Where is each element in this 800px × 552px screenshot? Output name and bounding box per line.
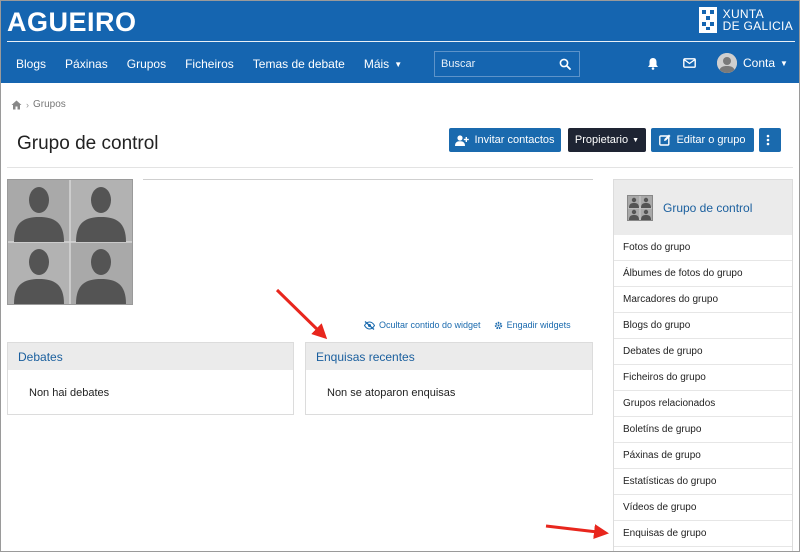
sidebar-item-blogs[interactable]: Blogs do grupo [614,313,792,339]
page-title: Grupo de control [17,133,159,154]
avatar [717,53,737,73]
sidebar-item-boletins[interactable]: Boletíns de grupo [614,417,792,443]
hide-widget-content-label: Ocultar contido do widget [379,320,481,330]
bell-icon[interactable] [647,57,659,70]
top-header: AGUEIRO XUNTA DE GALICIA Blogs Páxinas G… [1,1,799,83]
sidebar-item-enquisas[interactable]: Enquisas de grupo [614,521,792,547]
invite-contacts-button[interactable]: Invitar contactos [449,128,561,152]
breadcrumb-grupos[interactable]: Grupos [33,99,66,110]
title-divider [7,167,793,168]
edit-group-label: Editar o grupo [676,134,746,146]
chevron-down-icon: ▼ [394,59,403,69]
search-box [434,51,580,77]
account-menu[interactable]: Conta ▼ [717,53,788,73]
owner-dropdown-button[interactable]: Propietario ▼ [568,128,646,152]
sidebar-item-videos[interactable]: Vídeos de grupo [614,495,792,521]
sidebar-item-paxinas[interactable]: Páxinas de grupo [614,443,792,469]
nav-mais[interactable]: Máis ▼ [364,57,402,71]
sidebar-item-estatisticas[interactable]: Estatísticas do grupo [614,469,792,495]
add-widgets-label: Engadir widgets [506,320,571,330]
nav-ficheiros[interactable]: Ficheiros [185,57,234,71]
edit-icon [659,134,671,146]
annotation-arrow-sidebar-polls [545,524,609,540]
add-widgets-link[interactable]: Engadir widgets [494,320,571,330]
add-user-icon [455,134,470,146]
sidebar-menu: Fotos do grupo Álbumes de fotos do grupo… [614,235,792,547]
chevron-down-icon: ▼ [632,136,640,144]
group-photo [7,179,133,305]
more-options-button[interactable] [759,128,781,152]
home-icon[interactable] [11,100,22,110]
group-thumbnail [627,194,653,221]
nav-grupos[interactable]: Grupos [127,57,166,71]
sidebar-item-ficheiros[interactable]: Ficheiros do grupo [614,365,792,391]
account-label: Conta [743,56,776,70]
sidebar-header[interactable]: Grupo de control [614,180,792,235]
sidebar-group-title: Grupo de control [663,200,753,215]
owner-label: Propietario [574,134,629,146]
browser-frame: AGUEIRO XUNTA DE GALICIA Blogs Páxinas G… [0,0,800,552]
nav-paxinas[interactable]: Páxinas [65,57,108,71]
sidebar-item-fotos[interactable]: Fotos do grupo [614,235,792,261]
hide-widget-content-link[interactable]: Ocultar contido do widget [364,320,481,330]
eye-slash-icon [364,320,375,330]
debates-widget-title[interactable]: Debates [8,343,293,370]
widget-links: Ocultar contido do widget Engadir widget… [364,320,571,330]
debates-empty-message: Non hai debates [29,387,110,399]
logo-line-2: DE GALICIA [722,19,793,33]
envelope-icon[interactable] [683,58,696,68]
sidebar-item-debates[interactable]: Debates de grupo [614,339,792,365]
recent-polls-widget-title[interactable]: Enquisas recentes [306,343,592,370]
breadcrumb-separator: › [26,99,29,110]
debates-widget: Debates Non hai debates [7,342,294,415]
group-people-icon [8,180,132,304]
edit-group-button[interactable]: Editar o grupo [651,128,754,152]
gear-icon [494,321,502,329]
xunta-text: XUNTA DE GALICIA [723,8,793,32]
recent-polls-empty-message: Non se atoparon enquisas [327,387,456,399]
search-input[interactable] [435,58,545,70]
nav-mais-label: Máis [363,57,390,71]
nav-blogs[interactable]: Blogs [16,57,46,71]
invite-contacts-label: Invitar contactos [474,134,555,146]
user-silhouette-icon [717,53,737,73]
search-icon[interactable] [559,58,571,70]
annotation-arrow-polls [275,288,328,340]
group-sidebar: Grupo de control Fotos do grupo Álbumes … [613,179,793,551]
sidebar-item-marcadores[interactable]: Marcadores do grupo [614,287,792,313]
vertical-dots-icon [766,134,769,146]
xunta-logo[interactable]: XUNTA DE GALICIA [698,7,793,33]
site-title[interactable]: AGUEIRO [7,7,137,38]
main-nav: Blogs Páxinas Grupos Ficheiros Temas de … [7,51,412,77]
chevron-down-icon: ▼ [780,58,788,68]
recent-polls-widget: Enquisas recentes Non se atoparon enquis… [305,342,593,415]
header-divider [7,41,795,42]
xunta-emblem-icon [698,7,717,33]
nav-temas-de-debate[interactable]: Temas de debate [253,57,345,71]
group-people-icon [628,195,652,220]
sidebar-item-grupos-relacionados[interactable]: Grupos relacionados [614,391,792,417]
description-divider [143,179,593,180]
breadcrumb: › Grupos [11,99,66,110]
sidebar-item-albumes[interactable]: Álbumes de fotos do grupo [614,261,792,287]
